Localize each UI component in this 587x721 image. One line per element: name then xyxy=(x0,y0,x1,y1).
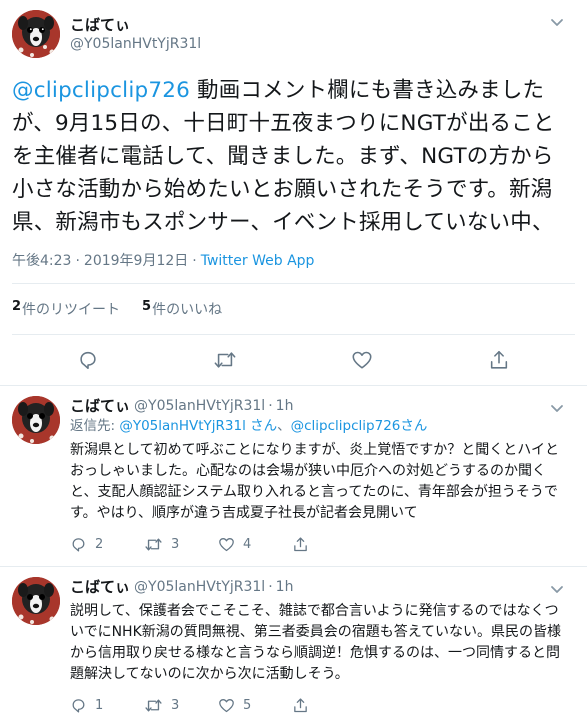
chevron-down-icon[interactable] xyxy=(547,12,567,32)
display-name[interactable]: こばてぃ xyxy=(70,396,130,416)
retweet-icon[interactable] xyxy=(211,346,239,374)
tweet-source[interactable]: Twitter Web App xyxy=(201,253,315,269)
tweet-stats: 2 件のリツイート 5 件のいいね xyxy=(12,284,575,335)
reply-actions: 2 3 4 xyxy=(70,532,575,556)
tweet-thread-page: こばてぃ @Y05lanHVtYjR31l @clipclipclip726 動… xyxy=(0,0,587,721)
reply-button[interactable]: 1 xyxy=(70,697,144,714)
main-tweet: こばてぃ @Y05lanHVtYjR31l @clipclipclip726 動… xyxy=(0,0,587,386)
share-icon[interactable] xyxy=(292,697,309,714)
main-tweet-header: こばてぃ @Y05lanHVtYjR31l xyxy=(12,10,575,58)
reply-tweet[interactable]: こばてぃ @Y05lanHVtYjR31l · 1h 説明して、保護者会でこそこ… xyxy=(0,567,587,721)
retweet-count: 3 xyxy=(171,697,180,713)
dog-avatar-icon[interactable] xyxy=(12,396,60,444)
mention-link[interactable]: @clipclipclip726さん xyxy=(291,418,428,434)
reply-tweet[interactable]: こばてぃ @Y05lanHVtYjR31l · 1h 返信先: @Y05lanH… xyxy=(0,386,587,567)
like-stat[interactable]: 5 件のいいね xyxy=(142,299,222,319)
dog-avatar-icon[interactable] xyxy=(12,10,60,58)
tweet-time[interactable]: 午後4:23 xyxy=(12,253,71,269)
display-name[interactable]: こばてぃ xyxy=(70,577,130,597)
user-handle[interactable]: @Y05lanHVtYjR31l xyxy=(134,396,265,416)
reply-time[interactable]: 1h xyxy=(276,396,294,416)
user-handle[interactable]: @Y05lanHVtYjR31l xyxy=(70,35,201,53)
like-count: 5 xyxy=(243,697,252,713)
like-icon[interactable] xyxy=(218,536,235,553)
user-handle[interactable]: @Y05lanHVtYjR31l xyxy=(134,577,265,597)
reply-separator: 、 xyxy=(277,418,291,434)
retweet-icon[interactable] xyxy=(144,536,163,553)
like-icon[interactable] xyxy=(218,697,235,714)
share-icon[interactable] xyxy=(485,346,513,374)
replying-to: 返信先: @Y05lanHVtYjR31l さん、@clipclipclip72… xyxy=(70,416,575,436)
retweet-stat[interactable]: 2 件のリツイート xyxy=(12,299,120,319)
meta-separator: · xyxy=(268,398,273,414)
dog-avatar-icon[interactable] xyxy=(12,577,60,625)
reply-prefix: 返信先: xyxy=(70,418,120,434)
share-icon[interactable] xyxy=(292,536,309,553)
tweet-text: @clipclipclip726 動画コメント欄にも書き込みましたが、9月15日… xyxy=(12,74,575,239)
reply-count: 1 xyxy=(95,697,104,713)
reply-body: こばてぃ @Y05lanHVtYjR31l · 1h 返信先: @Y05lanH… xyxy=(70,396,575,556)
like-count: 4 xyxy=(243,536,252,552)
mention-link[interactable]: @clipclipclip726 xyxy=(12,78,190,103)
reply-actions: 1 3 5 xyxy=(70,693,575,717)
like-icon[interactable] xyxy=(348,346,376,374)
reply-icon[interactable] xyxy=(70,697,87,714)
retweet-count: 3 xyxy=(171,536,180,552)
share-button[interactable] xyxy=(292,697,309,714)
reply-header: こばてぃ @Y05lanHVtYjR31l · 1h xyxy=(70,396,575,416)
like-button[interactable]: 5 xyxy=(218,697,292,714)
reply-icon[interactable] xyxy=(74,346,102,374)
tweet-date[interactable]: 2019年9月12日 xyxy=(84,253,188,269)
share-button[interactable] xyxy=(292,536,309,553)
tweet-meta: 午後4:23 · 2019年9月12日 · Twitter Web App xyxy=(12,251,575,284)
chevron-down-icon[interactable] xyxy=(547,398,567,418)
reply-count: 2 xyxy=(95,536,104,552)
reply-body: こばてぃ @Y05lanHVtYjR31l · 1h 説明して、保護者会でこそこ… xyxy=(70,577,575,717)
reply-text: 新潟県として初めて呼ぶことになりますが、炎上覚悟ですか？と聞くとハイとおっしゃい… xyxy=(70,442,560,521)
chevron-down-icon[interactable] xyxy=(547,579,567,599)
meta-separator: · xyxy=(268,579,273,595)
tweet-actions xyxy=(0,335,587,386)
reply-icon[interactable] xyxy=(70,536,87,553)
reply-header: こばてぃ @Y05lanHVtYjR31l · 1h xyxy=(70,577,575,597)
display-name[interactable]: こばてぃ xyxy=(70,15,201,35)
reply-text: 説明して、保護者会でこそこそ、雑誌で都合言いように発信するのではなくついでにNH… xyxy=(70,603,562,682)
mention-link[interactable]: @Y05lanHVtYjR31l さん xyxy=(119,418,277,434)
retweet-label: 件のリツイート xyxy=(22,302,121,318)
meta-separator: · xyxy=(75,253,80,269)
retweet-button[interactable]: 3 xyxy=(144,697,218,714)
reply-button[interactable]: 2 xyxy=(70,536,144,553)
retweet-icon[interactable] xyxy=(144,697,163,714)
reply-time[interactable]: 1h xyxy=(276,577,294,597)
like-label: 件のいいね xyxy=(152,302,223,318)
like-count: 5 xyxy=(142,299,152,314)
retweet-button[interactable]: 3 xyxy=(144,536,218,553)
main-tweet-names: こばてぃ @Y05lanHVtYjR31l xyxy=(70,15,201,53)
like-button[interactable]: 4 xyxy=(218,536,292,553)
retweet-count: 2 xyxy=(12,299,22,314)
meta-separator: · xyxy=(192,253,197,269)
